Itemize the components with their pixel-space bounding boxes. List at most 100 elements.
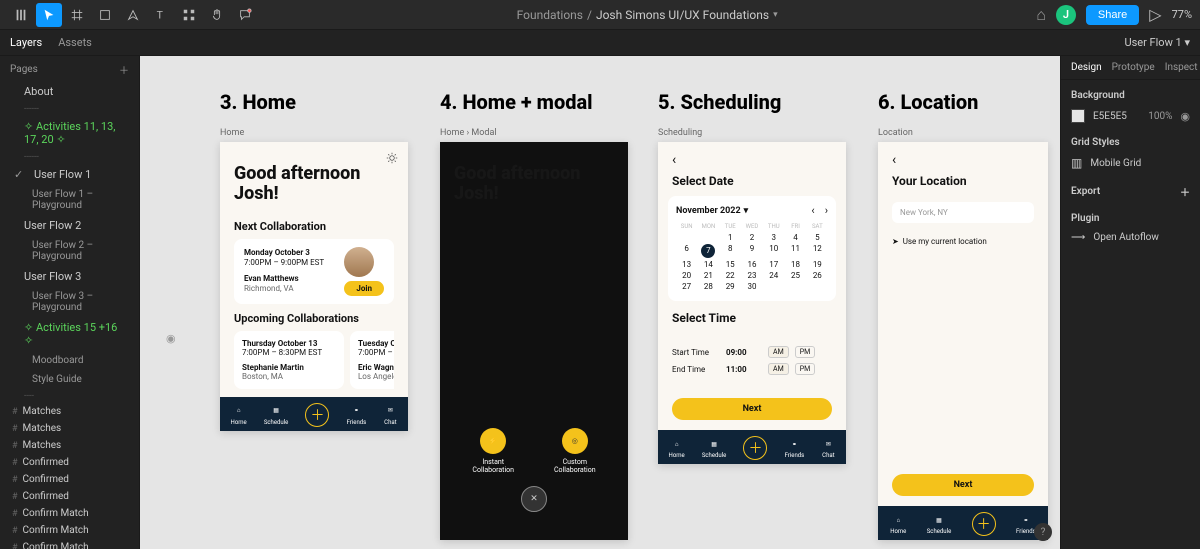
headset-icon[interactable]: ⌂: [1036, 5, 1046, 25]
next-button[interactable]: Next: [672, 398, 832, 420]
present-icon[interactable]: ▷: [1149, 5, 1161, 24]
move-tool-icon[interactable]: [36, 3, 62, 27]
nav-home[interactable]: ⌂Home: [669, 437, 685, 459]
breadcrumb-parent[interactable]: Foundations: [517, 8, 583, 22]
frame-label[interactable]: Home: [220, 128, 408, 138]
pm-toggle[interactable]: PM: [795, 363, 816, 375]
nav-schedule[interactable]: ▦Schedule: [264, 404, 289, 426]
calendar-day[interactable]: 15: [720, 260, 741, 269]
frame-label[interactable]: Home › Modal: [440, 128, 628, 138]
zoom-level[interactable]: 77%: [1172, 8, 1192, 21]
nav-schedule[interactable]: ▦Schedule: [927, 513, 952, 535]
nav-add[interactable]: ＋: [305, 403, 329, 427]
calendar-day[interactable]: 27: [676, 282, 697, 291]
frame-tool-icon[interactable]: [64, 3, 90, 27]
calendar-day[interactable]: 13: [676, 260, 697, 269]
calendar-day[interactable]: 24: [763, 271, 784, 280]
pen-tool-icon[interactable]: [120, 3, 146, 27]
calendar-day[interactable]: 20: [676, 271, 697, 280]
assets-tab[interactable]: Assets: [58, 36, 92, 49]
nav-friends[interactable]: ⚭Friends: [347, 404, 367, 426]
calendar-day[interactable]: 10: [763, 244, 784, 258]
custom-collab-button[interactable]: ◎ Custom Collaboration: [554, 428, 596, 474]
nav-add[interactable]: ＋: [743, 436, 767, 460]
page-item[interactable]: User Flow 3 – Playground: [0, 287, 139, 317]
calendar-day[interactable]: 12: [807, 244, 828, 258]
calendar-day[interactable]: 28: [698, 282, 719, 291]
calendar-day[interactable]: 16: [741, 260, 762, 269]
calendar-day[interactable]: 25: [785, 271, 806, 280]
prototype-tab[interactable]: Prototype: [1112, 62, 1155, 73]
visibility-icon[interactable]: ◉: [1180, 110, 1190, 123]
add-page-icon[interactable]: ＋: [119, 62, 129, 77]
page-item[interactable]: ✧ Activities 15 +16 ✧: [0, 317, 139, 351]
text-tool-icon[interactable]: T: [148, 3, 174, 27]
nav-friends[interactable]: ⚭Friends: [1016, 513, 1036, 535]
nav-home[interactable]: ⌂Home: [231, 404, 247, 426]
calendar-day[interactable]: 8: [720, 244, 741, 258]
calendar-day[interactable]: 22: [720, 271, 741, 280]
use-current-location[interactable]: ➤Use my current location: [892, 237, 1034, 246]
nav-chat[interactable]: ✉Chat: [383, 404, 397, 426]
layer-row[interactable]: #Matches: [0, 437, 139, 454]
calendar-day[interactable]: 23: [741, 271, 762, 280]
main-menu-icon[interactable]: [8, 3, 34, 27]
join-button[interactable]: Join: [344, 281, 384, 296]
page-item[interactable]: User Flow 3: [0, 266, 139, 287]
calendar-day[interactable]: 5: [807, 233, 828, 242]
nav-friends[interactable]: ⚭Friends: [785, 437, 805, 459]
next-button[interactable]: Next: [892, 474, 1034, 496]
nav-home[interactable]: ⌂Home: [890, 513, 906, 535]
layer-row[interactable]: #Matches: [0, 420, 139, 437]
layer-row[interactable]: #Confirm Match: [0, 522, 139, 539]
upcoming-card[interactable]: Thursday October 13 7:00PM – 8:30PM EST …: [234, 331, 344, 389]
location-input[interactable]: New York, NY: [892, 202, 1034, 223]
page-item[interactable]: User Flow 2: [0, 215, 139, 236]
chevron-down-icon[interactable]: ▾: [773, 10, 778, 20]
settings-icon[interactable]: [386, 152, 398, 167]
grid-style-row[interactable]: ▥ Mobile Grid: [1061, 152, 1200, 174]
layer-row[interactable]: #Confirmed: [0, 454, 139, 471]
resources-icon[interactable]: [176, 3, 202, 27]
upcoming-card[interactable]: Tuesday O 7:00PM – 8 Eric Wagn Los Angel…: [350, 331, 394, 389]
nav-chat[interactable]: ✉Chat: [821, 437, 835, 459]
inspect-tab[interactable]: Inspect: [1165, 62, 1198, 73]
nav-schedule[interactable]: ▦Schedule: [702, 437, 727, 459]
calendar-day[interactable]: 2: [741, 233, 762, 242]
page-item[interactable]: ✓ User Flow 1: [0, 164, 139, 185]
bg-swatch[interactable]: [1071, 109, 1085, 123]
user-avatar[interactable]: J: [1056, 5, 1076, 25]
page-dropdown[interactable]: User Flow 1 ▾: [1124, 36, 1190, 49]
calendar-day[interactable]: 9: [741, 244, 762, 258]
calendar-day[interactable]: 18: [785, 260, 806, 269]
layer-row[interactable]: #Confirm Match: [0, 505, 139, 522]
calendar-day[interactable]: 1: [720, 233, 741, 242]
page-item[interactable]: ✧ Activities 11, 13, 17, 20 ✧: [0, 116, 139, 150]
visibility-icon[interactable]: ◉: [166, 332, 176, 345]
bg-value[interactable]: E5E5E5: [1093, 111, 1127, 122]
calendar-day[interactable]: 19: [807, 260, 828, 269]
page-item[interactable]: User Flow 2 – Playground: [0, 236, 139, 266]
frame-label[interactable]: Scheduling: [658, 128, 846, 138]
page-item[interactable]: User Flow 1 – Playground: [0, 185, 139, 215]
calendar-day[interactable]: 14: [698, 260, 719, 269]
shape-tool-icon[interactable]: [92, 3, 118, 27]
month-selector[interactable]: November 2022 ▾: [676, 206, 748, 216]
am-toggle[interactable]: AM: [768, 363, 789, 375]
calendar[interactable]: November 2022 ▾ ‹› SUNMONTUEWEDTHUFRISAT…: [668, 196, 836, 301]
plugin-row[interactable]: ⟶ Open Autoflow: [1061, 228, 1200, 247]
am-toggle[interactable]: AM: [768, 346, 789, 358]
layer-row[interactable]: #Matches: [0, 403, 139, 420]
back-button[interactable]: ‹: [878, 142, 1048, 168]
layer-row[interactable]: #Confirmed: [0, 471, 139, 488]
nav-add[interactable]: ＋: [972, 512, 996, 536]
add-export-icon[interactable]: ＋: [1180, 184, 1190, 199]
back-button[interactable]: ‹: [658, 142, 846, 168]
layers-tab[interactable]: Layers: [10, 36, 42, 49]
breadcrumb-file[interactable]: Josh Simons UI/UX Foundations: [596, 8, 769, 22]
close-modal-button[interactable]: ✕: [521, 486, 547, 512]
hand-tool-icon[interactable]: [204, 3, 230, 27]
design-tab[interactable]: Design: [1071, 62, 1102, 73]
calendar-day[interactable]: 4: [785, 233, 806, 242]
calendar-day[interactable]: 11: [785, 244, 806, 258]
